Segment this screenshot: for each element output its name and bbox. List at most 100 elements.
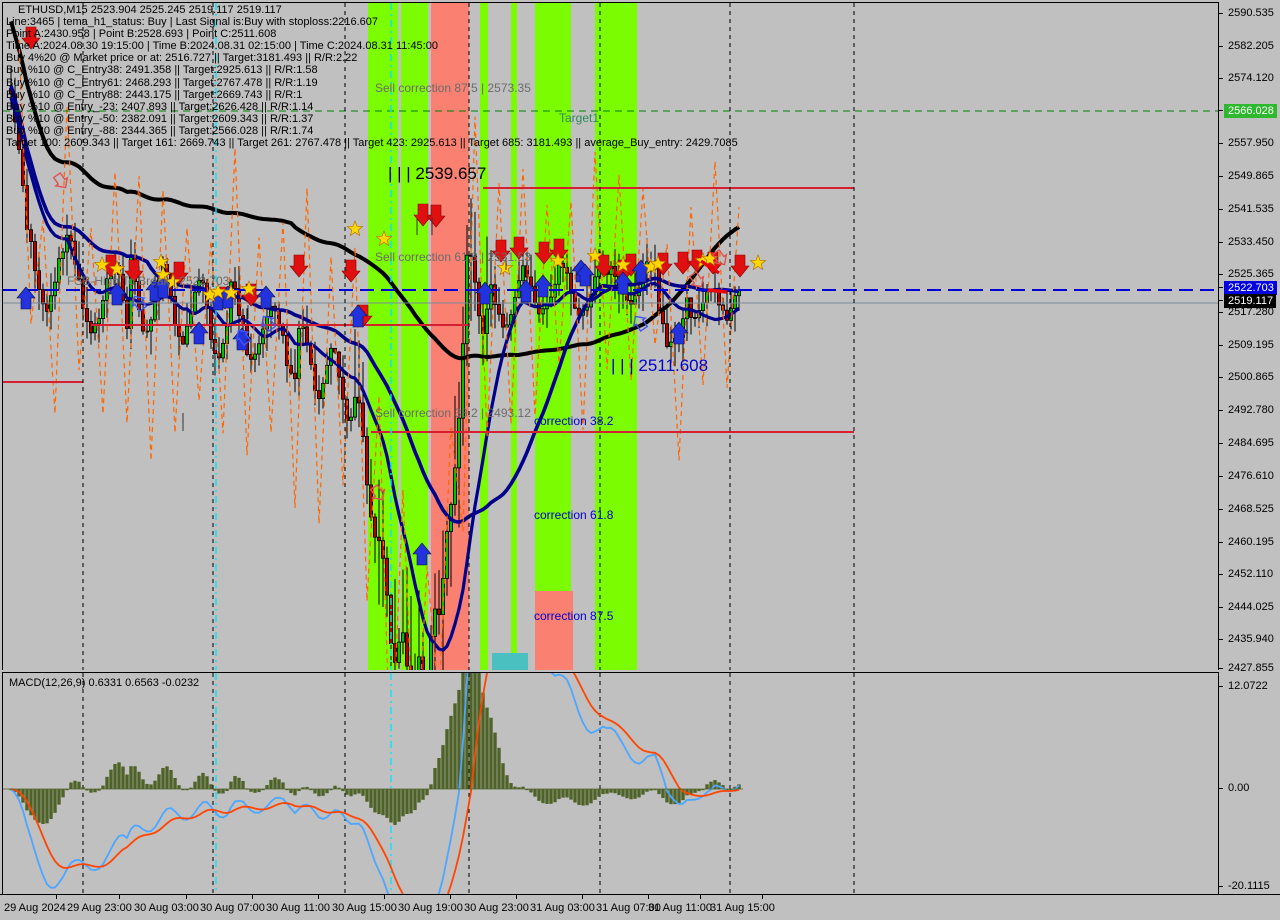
price-axis-label: 2452.110	[1228, 568, 1274, 580]
macd-histogram-bar	[529, 789, 533, 793]
annotation-sell-correction-875: Sell correction 87.5 | 2573.35	[375, 81, 531, 95]
macd-histogram-bar	[41, 789, 45, 824]
price-axis-label: 2484.695	[1228, 437, 1274, 449]
time-axis-tick	[648, 895, 649, 899]
trend-marker-line	[707, 288, 728, 294]
price-axis-tick	[1219, 476, 1223, 477]
macd-histogram-bar	[273, 777, 277, 789]
macd-histogram-bar	[173, 777, 177, 789]
macd-histogram-bar	[177, 785, 181, 789]
macd-histogram-bar	[565, 789, 569, 798]
macd-histogram-bar	[349, 789, 353, 797]
macd-histogram-bar	[397, 789, 401, 822]
macd-histogram-bar	[89, 789, 93, 793]
macd-histogram-bar	[361, 789, 365, 796]
macd-histogram-bar	[497, 747, 501, 789]
time-axis-label: 29 Aug 2024	[4, 902, 66, 914]
bottom-zone-band	[535, 591, 573, 670]
price-axis-badge: 2566.028	[1224, 104, 1277, 118]
macd-histogram-bar	[69, 782, 73, 789]
price-axis-tick	[1219, 143, 1223, 144]
macd-histogram-bar	[413, 789, 417, 811]
macd-histogram-bar	[257, 789, 261, 793]
macd-histogram-bar	[581, 789, 585, 806]
macd-histogram-bar	[57, 789, 61, 805]
macd-histogram-bar	[373, 789, 377, 813]
annotation-price-2511608: | | | 2511.608	[611, 356, 709, 375]
highlight-band	[401, 3, 428, 670]
price-axis-tick	[1219, 209, 1223, 210]
macd-histogram-bar	[405, 789, 409, 815]
macd-header-label: MACD(12,26,9) 0.6331 0.6563 -0.0232	[9, 677, 200, 689]
macd-histogram-bar	[705, 784, 709, 789]
macd-axis-tick	[1219, 788, 1223, 789]
time-axis-label: 30 Aug 19:00	[398, 902, 463, 914]
macd-indicator-pane[interactable]: MACD(12,26,9) 0.6331 0.6563 -0.0232	[2, 672, 1218, 894]
macd-histogram-bar	[109, 769, 113, 789]
macd-histogram-bar	[121, 766, 125, 789]
macd-histogram-bar	[453, 703, 457, 789]
time-axis-tick	[56, 895, 57, 899]
macd-histogram-bar	[541, 789, 545, 804]
time-axis-label: 30 Aug 03:00	[134, 902, 199, 914]
macd-histogram-bar	[145, 783, 149, 789]
macd-histogram-bar	[197, 775, 201, 789]
price-axis-label: 2590.535	[1228, 7, 1274, 19]
time-axis-tick	[762, 895, 763, 899]
macd-histogram-bar	[605, 789, 609, 794]
price-axis-tick	[1219, 377, 1223, 378]
macd-histogram-bar	[609, 789, 613, 793]
macd-histogram-bar	[509, 783, 513, 789]
macd-histogram-bar	[437, 758, 441, 789]
price-axis-label: 2444.025	[1228, 601, 1274, 613]
time-axis-tick	[384, 895, 385, 899]
macd-histogram-bar	[129, 766, 133, 789]
macd-histogram-bar	[161, 767, 165, 789]
macd-histogram-bar	[637, 789, 641, 798]
macd-histogram-bar	[561, 789, 565, 798]
price-axis[interactable]: 2590.535 2582.205 2574.120 2566.028 2557.950…	[1218, 2, 1280, 674]
macd-histogram-bar	[693, 789, 697, 793]
price-axis-label: 2468.525	[1228, 503, 1274, 515]
macd-histogram-bar	[193, 781, 197, 789]
macd-histogram-bar	[133, 766, 137, 789]
macd-histogram-bar	[633, 789, 637, 799]
price-plot-svg	[3, 3, 1218, 670]
price-axis-tick	[1219, 668, 1223, 669]
macd-histogram-bar	[625, 789, 629, 799]
macd-histogram-bar	[277, 779, 281, 789]
macd-histogram-bar	[313, 789, 317, 794]
macd-histogram-bar	[617, 789, 621, 796]
macd-axis[interactable]: 12.0722 0.00 -20.1115	[1218, 672, 1280, 894]
macd-histogram-bar	[585, 789, 589, 806]
macd-histogram-bar	[441, 745, 445, 789]
time-axis-label: 30 Aug 07:00	[200, 902, 265, 914]
macd-histogram-bar	[265, 785, 269, 789]
macd-histogram-bar	[425, 789, 429, 796]
time-axis-tick	[252, 895, 253, 899]
macd-histogram-bar	[573, 789, 577, 803]
annotation-correction-382: correction 38.2	[534, 414, 614, 428]
price-axis-label: 2509.195	[1228, 339, 1274, 351]
macd-histogram-bar	[229, 781, 233, 789]
price-axis-label: 2517.280	[1228, 306, 1274, 318]
price-axis-label: 2541.535	[1228, 203, 1274, 215]
sell-signal-arrow-icon	[730, 254, 750, 278]
price-chart-pane[interactable]: Sell correction 87.5 | 2573.35 Target1 | |…	[2, 2, 1218, 670]
macd-histogram-bar	[101, 785, 105, 789]
price-axis-label: 2460.195	[1228, 536, 1274, 548]
macd-histogram-bar	[37, 789, 41, 823]
time-axis[interactable]: 29 Aug 2024 29 Aug 23:00 30 Aug 03:00 30 Au…	[0, 894, 1280, 920]
macd-histogram-bar	[381, 789, 385, 816]
annotation-price-2539657: | | | 2539.657	[388, 164, 487, 183]
macd-histogram-bar	[409, 789, 413, 814]
macd-histogram-bar	[621, 789, 625, 797]
time-axis-tick	[119, 895, 120, 899]
time-axis-label: 30 Aug 15:00	[332, 902, 397, 914]
time-axis-tick	[318, 895, 319, 899]
annotation-correction-875: correction 87.5	[534, 609, 614, 623]
bottom-zone-band	[492, 653, 528, 670]
macd-histogram-bar	[113, 763, 117, 789]
time-axis-tick	[700, 895, 701, 899]
macd-histogram-bar	[629, 789, 633, 800]
